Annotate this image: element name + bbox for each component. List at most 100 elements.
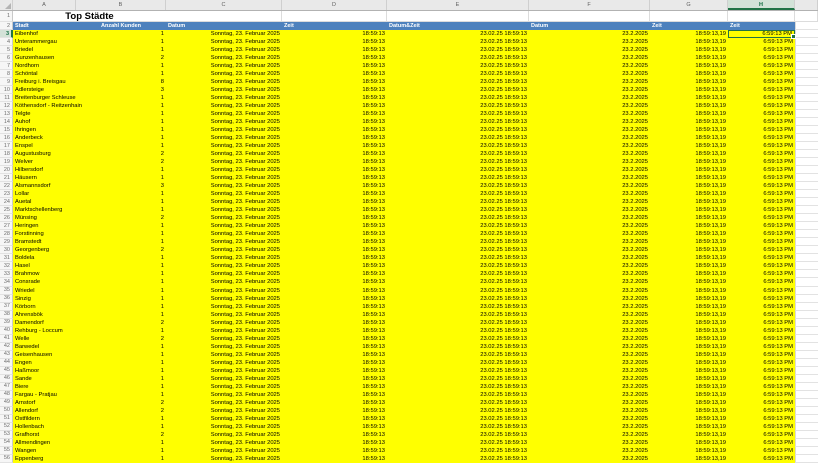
cell-datum-kurz[interactable]: 23.2.2025 <box>529 166 650 174</box>
cell-anzahl-kunden[interactable]: 1 <box>76 198 166 206</box>
cell-datum-lang[interactable]: Sonntag, 23. Februar 2025 <box>166 278 282 286</box>
cell-datum-lang[interactable]: Sonntag, 23. Februar 2025 <box>166 399 282 407</box>
cell-zeit-ampm[interactable]: 6:59:13 PM <box>728 327 795 335</box>
cell-datum-kurz[interactable]: 23.2.2025 <box>529 423 650 431</box>
cell-datum-und-zeit[interactable]: 23.02.25 18:59:13 <box>387 206 529 214</box>
cell-anzahl-kunden[interactable]: 1 <box>76 102 166 110</box>
cell-datum-lang[interactable]: Sonntag, 23. Februar 2025 <box>166 447 282 455</box>
cell-zeit-ampm[interactable]: 6:59:13 PM <box>728 359 795 367</box>
empty-cell[interactable] <box>650 11 728 22</box>
row-number[interactable]: 20 <box>0 166 13 174</box>
cell-datum-lang[interactable]: Sonntag, 23. Februar 2025 <box>166 118 282 126</box>
cell-zeit[interactable]: 18:59:13 <box>282 54 387 62</box>
cell-zeit[interactable]: 18:59:13 <box>282 158 387 166</box>
cell-zeit-hundertstel[interactable]: 18:59:13,19 <box>650 335 728 343</box>
row-number[interactable]: 45 <box>0 367 13 375</box>
cell-zeit[interactable]: 18:59:13 <box>282 287 387 295</box>
cell-zeit-hundertstel[interactable]: 18:59:13,19 <box>650 254 728 262</box>
cell-zeit[interactable]: 18:59:13 <box>282 439 387 447</box>
cell-datum-kurz[interactable]: 23.2.2025 <box>529 278 650 286</box>
cell-datum-und-zeit[interactable]: 23.02.25 18:59:13 <box>387 86 529 94</box>
cell-stadt[interactable]: Fargau - Pratjau <box>13 391 76 399</box>
cell-datum-kurz[interactable]: 23.2.2025 <box>529 126 650 134</box>
cell-zeit-hundertstel[interactable]: 18:59:13,19 <box>650 455 728 463</box>
cell-datum-lang[interactable]: Sonntag, 23. Februar 2025 <box>166 190 282 198</box>
cell-zeit-ampm[interactable]: 6:59:13 PM <box>728 335 795 343</box>
row-number[interactable]: 49 <box>0 399 13 407</box>
cell-datum-und-zeit[interactable]: 23.02.25 18:59:13 <box>387 70 529 78</box>
cell-datum-kurz[interactable]: 23.2.2025 <box>529 190 650 198</box>
cell-zeit-hundertstel[interactable]: 18:59:13,19 <box>650 54 728 62</box>
cell-anzahl-kunden[interactable]: 1 <box>76 46 166 54</box>
cell-datum-kurz[interactable]: 23.2.2025 <box>529 343 650 351</box>
cell-datum-lang[interactable]: Sonntag, 23. Februar 2025 <box>166 38 282 46</box>
cell-zeit[interactable]: 18:59:13 <box>282 238 387 246</box>
cell-zeit[interactable]: 18:59:13 <box>282 407 387 415</box>
cell-zeit[interactable]: 18:59:13 <box>282 343 387 351</box>
cell-zeit-hundertstel[interactable]: 18:59:13,19 <box>650 278 728 286</box>
cell-datum-kurz[interactable]: 23.2.2025 <box>529 295 650 303</box>
cell-anzahl-kunden[interactable]: 1 <box>76 351 166 359</box>
cell-datum-kurz[interactable]: 23.2.2025 <box>529 270 650 278</box>
cell-zeit[interactable]: 18:59:13 <box>282 86 387 94</box>
row-number[interactable]: 16 <box>0 134 13 142</box>
row-number[interactable]: 52 <box>0 423 13 431</box>
cell-datum-lang[interactable]: Sonntag, 23. Februar 2025 <box>166 431 282 439</box>
cell-datum-lang[interactable]: Sonntag, 23. Februar 2025 <box>166 303 282 311</box>
cell-anzahl-kunden[interactable]: 2 <box>76 319 166 327</box>
cell-datum-lang[interactable]: Sonntag, 23. Februar 2025 <box>166 359 282 367</box>
row-number[interactable]: 26 <box>0 214 13 222</box>
cell-zeit-hundertstel[interactable]: 18:59:13,19 <box>650 270 728 278</box>
cell-datum-kurz[interactable]: 23.2.2025 <box>529 351 650 359</box>
column-header-c[interactable]: C <box>166 0 282 10</box>
cell-zeit-hundertstel[interactable]: 18:59:13,19 <box>650 206 728 214</box>
cell-datum-und-zeit[interactable]: 23.02.25 18:59:13 <box>387 327 529 335</box>
cell-datum-und-zeit[interactable]: 23.02.25 18:59:13 <box>387 383 529 391</box>
cell-stadt[interactable]: Ihringen <box>13 126 76 134</box>
cell-datum-kurz[interactable]: 23.2.2025 <box>529 222 650 230</box>
select-all-corner[interactable] <box>0 0 13 10</box>
cell-datum-und-zeit[interactable]: 23.02.25 18:59:13 <box>387 158 529 166</box>
cell-datum-und-zeit[interactable]: 23.02.25 18:59:13 <box>387 399 529 407</box>
row-number[interactable]: 32 <box>0 262 13 270</box>
cell-zeit-ampm[interactable]: 6:59:13 PM <box>728 182 795 190</box>
cell-datum-und-zeit[interactable]: 23.02.25 18:59:13 <box>387 134 529 142</box>
cell-stadt[interactable]: Eibenhof <box>13 30 76 38</box>
cell-datum-kurz[interactable]: 23.2.2025 <box>529 311 650 319</box>
cell-anzahl-kunden[interactable]: 1 <box>76 222 166 230</box>
row-number[interactable]: 13 <box>0 110 13 118</box>
cell-zeit-hundertstel[interactable]: 18:59:13,19 <box>650 238 728 246</box>
cell-zeit[interactable]: 18:59:13 <box>282 335 387 343</box>
cell-zeit-hundertstel[interactable]: 18:59:13,19 <box>650 327 728 335</box>
cell-datum-lang[interactable]: Sonntag, 23. Februar 2025 <box>166 230 282 238</box>
cell-stadt[interactable]: Auhof <box>13 118 76 126</box>
row-number[interactable]: 7 <box>0 62 13 70</box>
cell-datum-und-zeit[interactable]: 23.02.25 18:59:13 <box>387 319 529 327</box>
row-number[interactable]: 15 <box>0 126 13 134</box>
cell-datum-lang[interactable]: Sonntag, 23. Februar 2025 <box>166 311 282 319</box>
cell-datum-lang[interactable]: Sonntag, 23. Februar 2025 <box>166 46 282 54</box>
cell-datum-kurz[interactable]: 23.2.2025 <box>529 455 650 463</box>
column-header-h-selected[interactable]: H <box>728 0 795 10</box>
cell-datum-kurz[interactable]: 23.2.2025 <box>529 447 650 455</box>
cell-zeit-hundertstel[interactable]: 18:59:13,19 <box>650 118 728 126</box>
cell-anzahl-kunden[interactable]: 1 <box>76 166 166 174</box>
cell-zeit-hundertstel[interactable]: 18:59:13,19 <box>650 214 728 222</box>
cell-zeit[interactable]: 18:59:13 <box>282 262 387 270</box>
cell-datum-und-zeit[interactable]: 23.02.25 18:59:13 <box>387 166 529 174</box>
cell-zeit-ampm[interactable]: 6:59:13 PM <box>728 383 795 391</box>
cell-stadt[interactable]: Sande <box>13 375 76 383</box>
cell-zeit-ampm[interactable]: 6:59:13 PM <box>728 158 795 166</box>
cell-stadt[interactable]: Damendorf <box>13 319 76 327</box>
cell-zeit[interactable]: 18:59:13 <box>282 431 387 439</box>
cell-stadt[interactable]: Körborn <box>13 303 76 311</box>
cell-anzahl-kunden[interactable]: 1 <box>76 303 166 311</box>
cell-zeit-hundertstel[interactable]: 18:59:13,19 <box>650 447 728 455</box>
cell-zeit-ampm[interactable]: 6:59:13 PM <box>728 110 795 118</box>
cell-anzahl-kunden[interactable]: 1 <box>76 70 166 78</box>
cell-datum-lang[interactable]: Sonntag, 23. Februar 2025 <box>166 391 282 399</box>
cell-datum-und-zeit[interactable]: 23.02.25 18:59:13 <box>387 142 529 150</box>
cell-datum-kurz[interactable]: 23.2.2025 <box>529 118 650 126</box>
cell-datum-lang[interactable]: Sonntag, 23. Februar 2025 <box>166 150 282 158</box>
cell-zeit-ampm[interactable]: 6:59:13 PM <box>728 439 795 447</box>
